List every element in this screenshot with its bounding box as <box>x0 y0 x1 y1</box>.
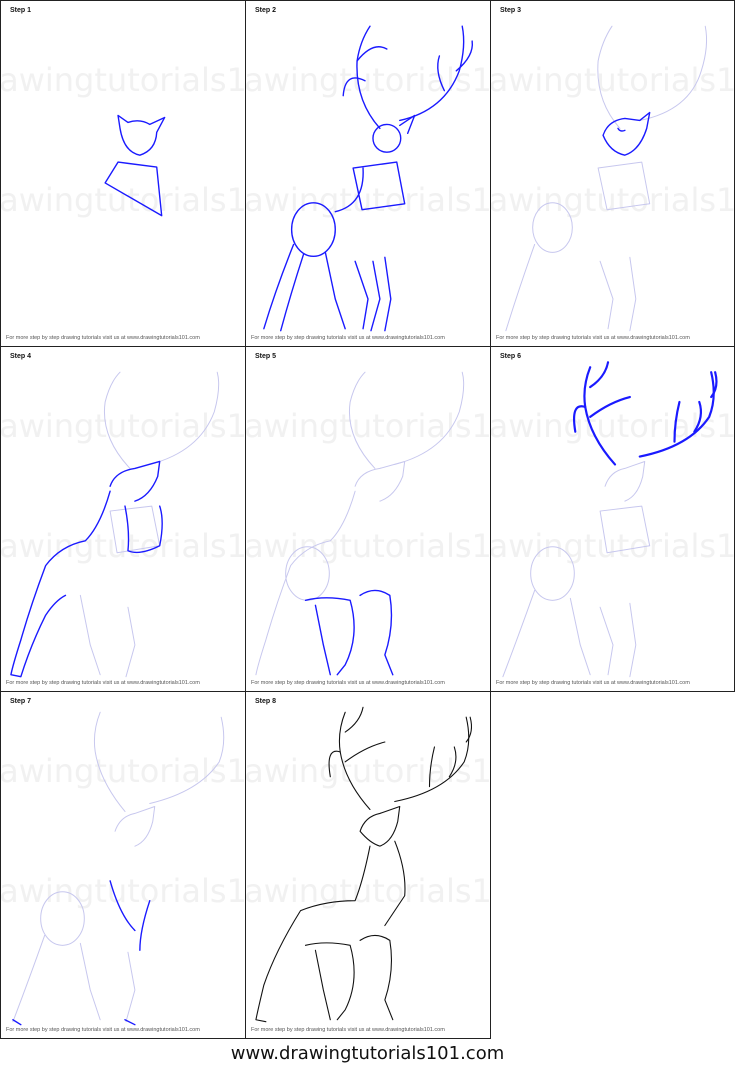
step-label: Step 6 <box>500 353 522 360</box>
step-label: Step 8 <box>255 698 277 705</box>
step-label: Step 4 <box>10 353 32 360</box>
site-footer-url: www.drawingtutorials101.com <box>230 1043 505 1064</box>
step-panel-1: www.drawingtutorials101.com www.drawingt… <box>0 0 246 347</box>
footer-note: For more step by step drawing tutorials … <box>496 335 690 341</box>
step-panel-5: www.drawingtutorials101.com www.drawingt… <box>245 346 491 692</box>
deer-final-drawing <box>255 706 473 1023</box>
steps-grid: www.drawingtutorials101.com www.drawingt… <box>0 0 735 1040</box>
step-label: Step 2 <box>255 7 277 14</box>
deer-sketch-step-6 <box>502 361 718 678</box>
step-label: Step 3 <box>500 7 522 14</box>
footer-note: For more step by step drawing tutorials … <box>6 335 200 341</box>
footer-note: For more step by step drawing tutorials … <box>6 1027 200 1033</box>
step-panel-6: www.drawingtutorials101.com www.drawingt… <box>490 346 735 692</box>
footer-note: For more step by step drawing tutorials … <box>496 680 690 686</box>
step-label: Step 7 <box>10 698 32 705</box>
deer-sketch-step-7 <box>12 711 225 1026</box>
deer-sketch-step-4 <box>10 371 220 678</box>
footer-note: For more step by step drawing tutorials … <box>6 680 200 686</box>
step-panel-8: www.drawingtutorials101.com www.drawingt… <box>245 691 491 1039</box>
step-panel-2: www.drawingtutorials101.com www.drawingt… <box>245 0 491 347</box>
step-panel-3: www.drawingtutorials101.com www.drawingt… <box>490 0 735 347</box>
step-panel-4: www.drawingtutorials101.com www.drawingt… <box>0 346 246 692</box>
step-panel-7: www.drawingtutorials101.com www.drawingt… <box>0 691 246 1039</box>
footer-note: For more step by step drawing tutorials … <box>251 1027 445 1033</box>
footer-note: For more step by step drawing tutorials … <box>251 335 445 341</box>
step-label: Step 1 <box>10 7 32 14</box>
deer-sketch-step-2 <box>263 25 474 332</box>
footer-note: For more step by step drawing tutorials … <box>251 680 445 686</box>
step-label: Step 5 <box>255 353 277 360</box>
deer-sketch-step-3 <box>505 25 708 332</box>
deer-sketch-step-5 <box>255 371 465 676</box>
deer-sketch-step-1 <box>104 114 166 217</box>
